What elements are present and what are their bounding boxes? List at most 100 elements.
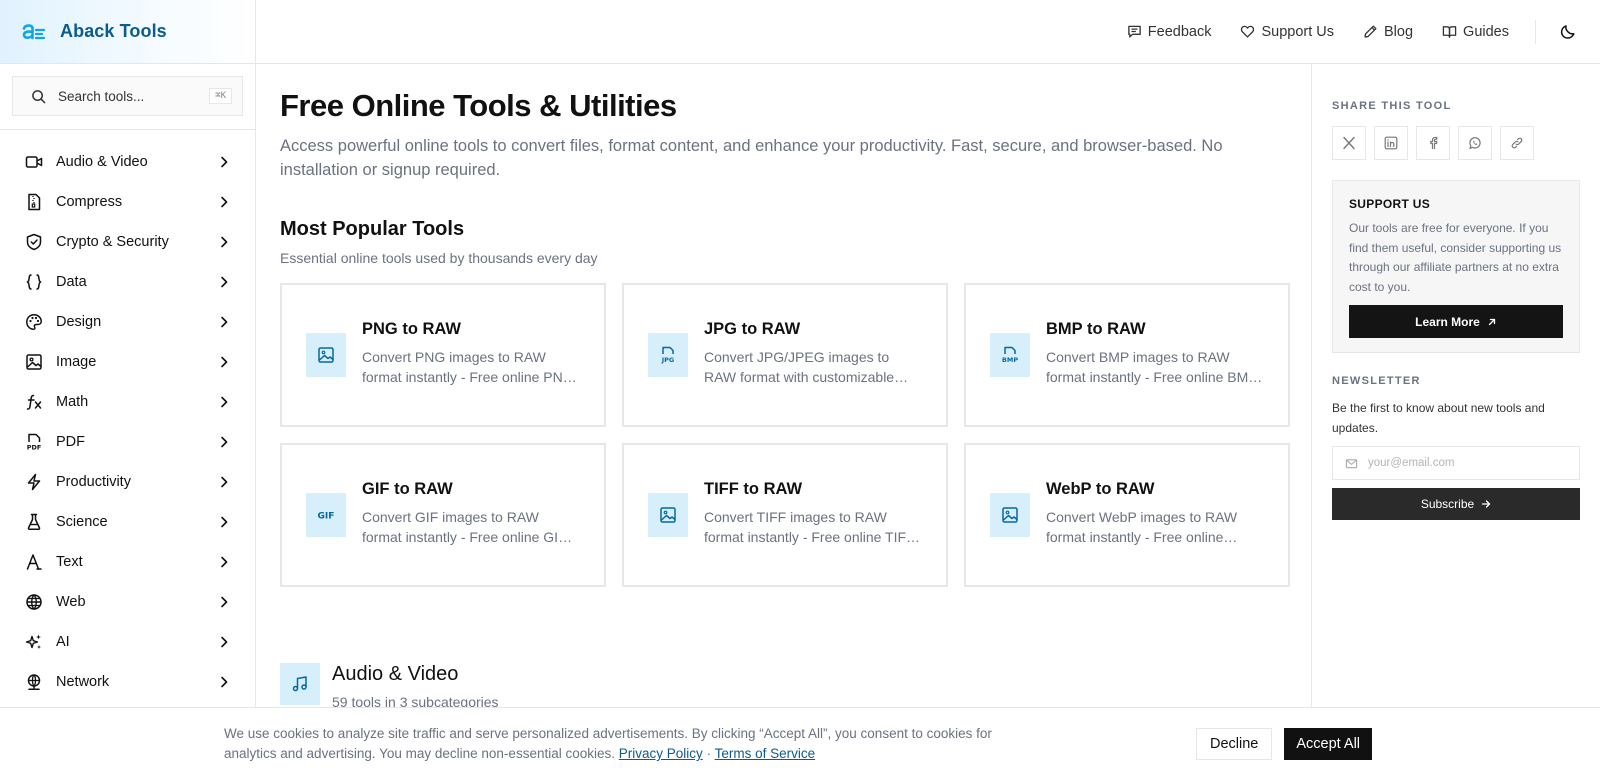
image-icon [648,493,688,537]
sidebar-item-label: Network [56,674,110,690]
sparkles-icon [24,632,44,652]
popular-tools-grid: PNG to RAW Convert PNG images to RAW for… [280,283,1290,587]
tool-card-png-to-raw[interactable]: PNG to RAW Convert PNG images to RAW for… [280,283,606,427]
image-icon [990,493,1030,537]
share-buttons [1332,126,1580,160]
sidebar-item-ai[interactable]: AI [0,622,255,662]
tool-description: Convert WebP images to RAW format instan… [1046,508,1238,545]
sidebar-item-label: Data [56,274,87,290]
sidebar-item-compress[interactable]: Compress [0,182,255,222]
tool-name: PNG to RAW [362,319,461,338]
theme-toggle-button[interactable] [1558,22,1578,42]
copy-link-button[interactable] [1500,126,1534,160]
share-linkedin-button[interactable] [1374,126,1408,160]
sidebar-item-design[interactable]: Design [0,302,255,342]
main-content: Free Online Tools & Utilities Access pow… [256,64,1312,780]
tool-card-webp-to-raw[interactable]: WebP to RAW Convert WebP images to RAW f… [964,443,1290,587]
book-icon [1442,24,1463,39]
sidebar-item-math[interactable]: Math [0,382,255,422]
share-label: SHARE THIS TOOL [1332,100,1452,112]
chevron-right-icon [217,155,231,169]
search-input[interactable]: Search tools... ⌘K [12,76,243,116]
category-title: Audio & Video [332,663,459,685]
feedback-label: Feedback [1147,23,1212,40]
sidebar-item-productivity[interactable]: Productivity [0,462,255,502]
subscribe-button[interactable]: Subscribe [1332,488,1580,520]
chevron-right-icon [217,195,231,209]
guides-link[interactable]: Guides [1442,24,1509,40]
sidebar-item-image[interactable]: Image [0,342,255,382]
email-input[interactable] [1368,457,1548,469]
terms-of-service-link[interactable]: Terms of Service [715,746,816,761]
support-us-label: Support Us [1261,23,1335,40]
popular-tools-subtitle: Essential online tools used by thousands… [280,250,598,266]
image-icon [24,352,44,372]
x-icon [1342,136,1356,150]
tool-name: TIFF to RAW [704,479,803,498]
support-text: Our tools are free for everyone. If you … [1349,221,1562,294]
cookie-actions: Decline Accept All [1196,728,1373,760]
blog-link[interactable]: Blog [1363,24,1413,40]
search-icon [31,89,46,104]
mail-icon [1345,457,1358,470]
sidebar-item-network[interactable]: Network [0,662,255,702]
cookie-banner: We use cookies to analyze site traffic a… [0,707,1600,780]
sidebar-item-text[interactable]: Text [0,542,255,582]
svg-text:BMP: BMP [1002,356,1018,364]
guides-label: Guides [1463,23,1509,40]
sidebar-item-science[interactable]: Science [0,502,255,542]
tool-name: GIF to RAW [362,479,453,498]
chevron-right-icon [217,635,231,649]
video-icon [24,152,44,172]
brand-header[interactable]: Aback Tools [0,0,255,64]
sidebar-item-pdf[interactable]: PDF PDF [0,422,255,462]
tool-description: Convert GIF images to RAW format instant… [362,508,567,545]
support-title: SUPPORT US [1349,197,1431,211]
tool-description: Convert BMP images to RAW format instant… [1046,348,1258,385]
feedback-link[interactable]: Feedback [1127,23,1212,40]
bmp-file-icon: BMP [990,333,1030,377]
category-header-audio-video[interactable]: Audio & Video 59 tools in 3 subcategorie… [280,663,1287,710]
sidebar-item-audio-video[interactable]: Audio & Video [0,142,255,182]
support-card: SUPPORT US Our tools are free for everyo… [1332,180,1580,353]
share-facebook-button[interactable] [1416,126,1450,160]
moon-icon [1560,24,1576,40]
support-us-link[interactable]: Support Us [1240,24,1334,40]
chevron-right-icon [217,595,231,609]
function-icon [24,392,44,412]
tool-name: BMP to RAW [1046,319,1146,338]
sidebar-item-label: AI [56,634,70,650]
tool-card-jpg-to-raw[interactable]: JPG JPG to RAW Convert JPG/JPEG images t… [622,283,948,427]
svg-text:GIF: GIF [318,512,335,522]
sidebar-item-web[interactable]: Web [0,582,255,622]
accept-all-button[interactable]: Accept All [1284,728,1373,760]
tool-card-tiff-to-raw[interactable]: TIFF to RAW Convert TIFF images to RAW f… [622,443,948,587]
svg-text:JPG: JPG [661,356,675,364]
sidebar-item-data[interactable]: Data [0,262,255,302]
decline-button[interactable]: Decline [1196,728,1273,760]
chevron-right-icon [217,395,231,409]
popular-tools-title: Most Popular Tools [280,218,465,240]
right-rail: SHARE THIS TOOL SUPPORT US Our tools are… [1313,64,1600,780]
page-description: Access powerful online tools to convert … [280,137,1223,179]
share-whatsapp-button[interactable] [1458,126,1492,160]
brand-name: Aback Tools [60,21,167,41]
privacy-policy-link[interactable]: Privacy Policy [619,746,703,761]
sidebar-item-crypto-security[interactable]: Crypto & Security [0,222,255,262]
tool-card-gif-to-raw[interactable]: GIF GIF to RAW Convert GIF images to RAW… [280,443,606,587]
share-x-button[interactable] [1332,126,1366,160]
network-icon [24,672,44,692]
gif-icon: GIF [306,493,346,537]
learn-more-button[interactable]: Learn More [1349,305,1563,338]
sidebar-item-label: Audio & Video [56,154,148,170]
braces-icon [24,272,44,292]
svg-text:PDF: PDF [27,444,42,452]
email-field[interactable] [1332,446,1580,480]
tool-card-bmp-to-raw[interactable]: BMP BMP to RAW Convert BMP images to RAW… [964,283,1290,427]
sidebar-nav: Audio & Video Compress Crypto & Security… [0,130,255,702]
sidebar-item-label: Math [56,394,89,410]
sidebar-item-label: Text [56,554,83,570]
image-icon [306,333,346,377]
tool-description: Convert JPG/JPEG images to RAW format wi… [704,348,895,385]
sidebar-item-label: Web [56,594,86,610]
